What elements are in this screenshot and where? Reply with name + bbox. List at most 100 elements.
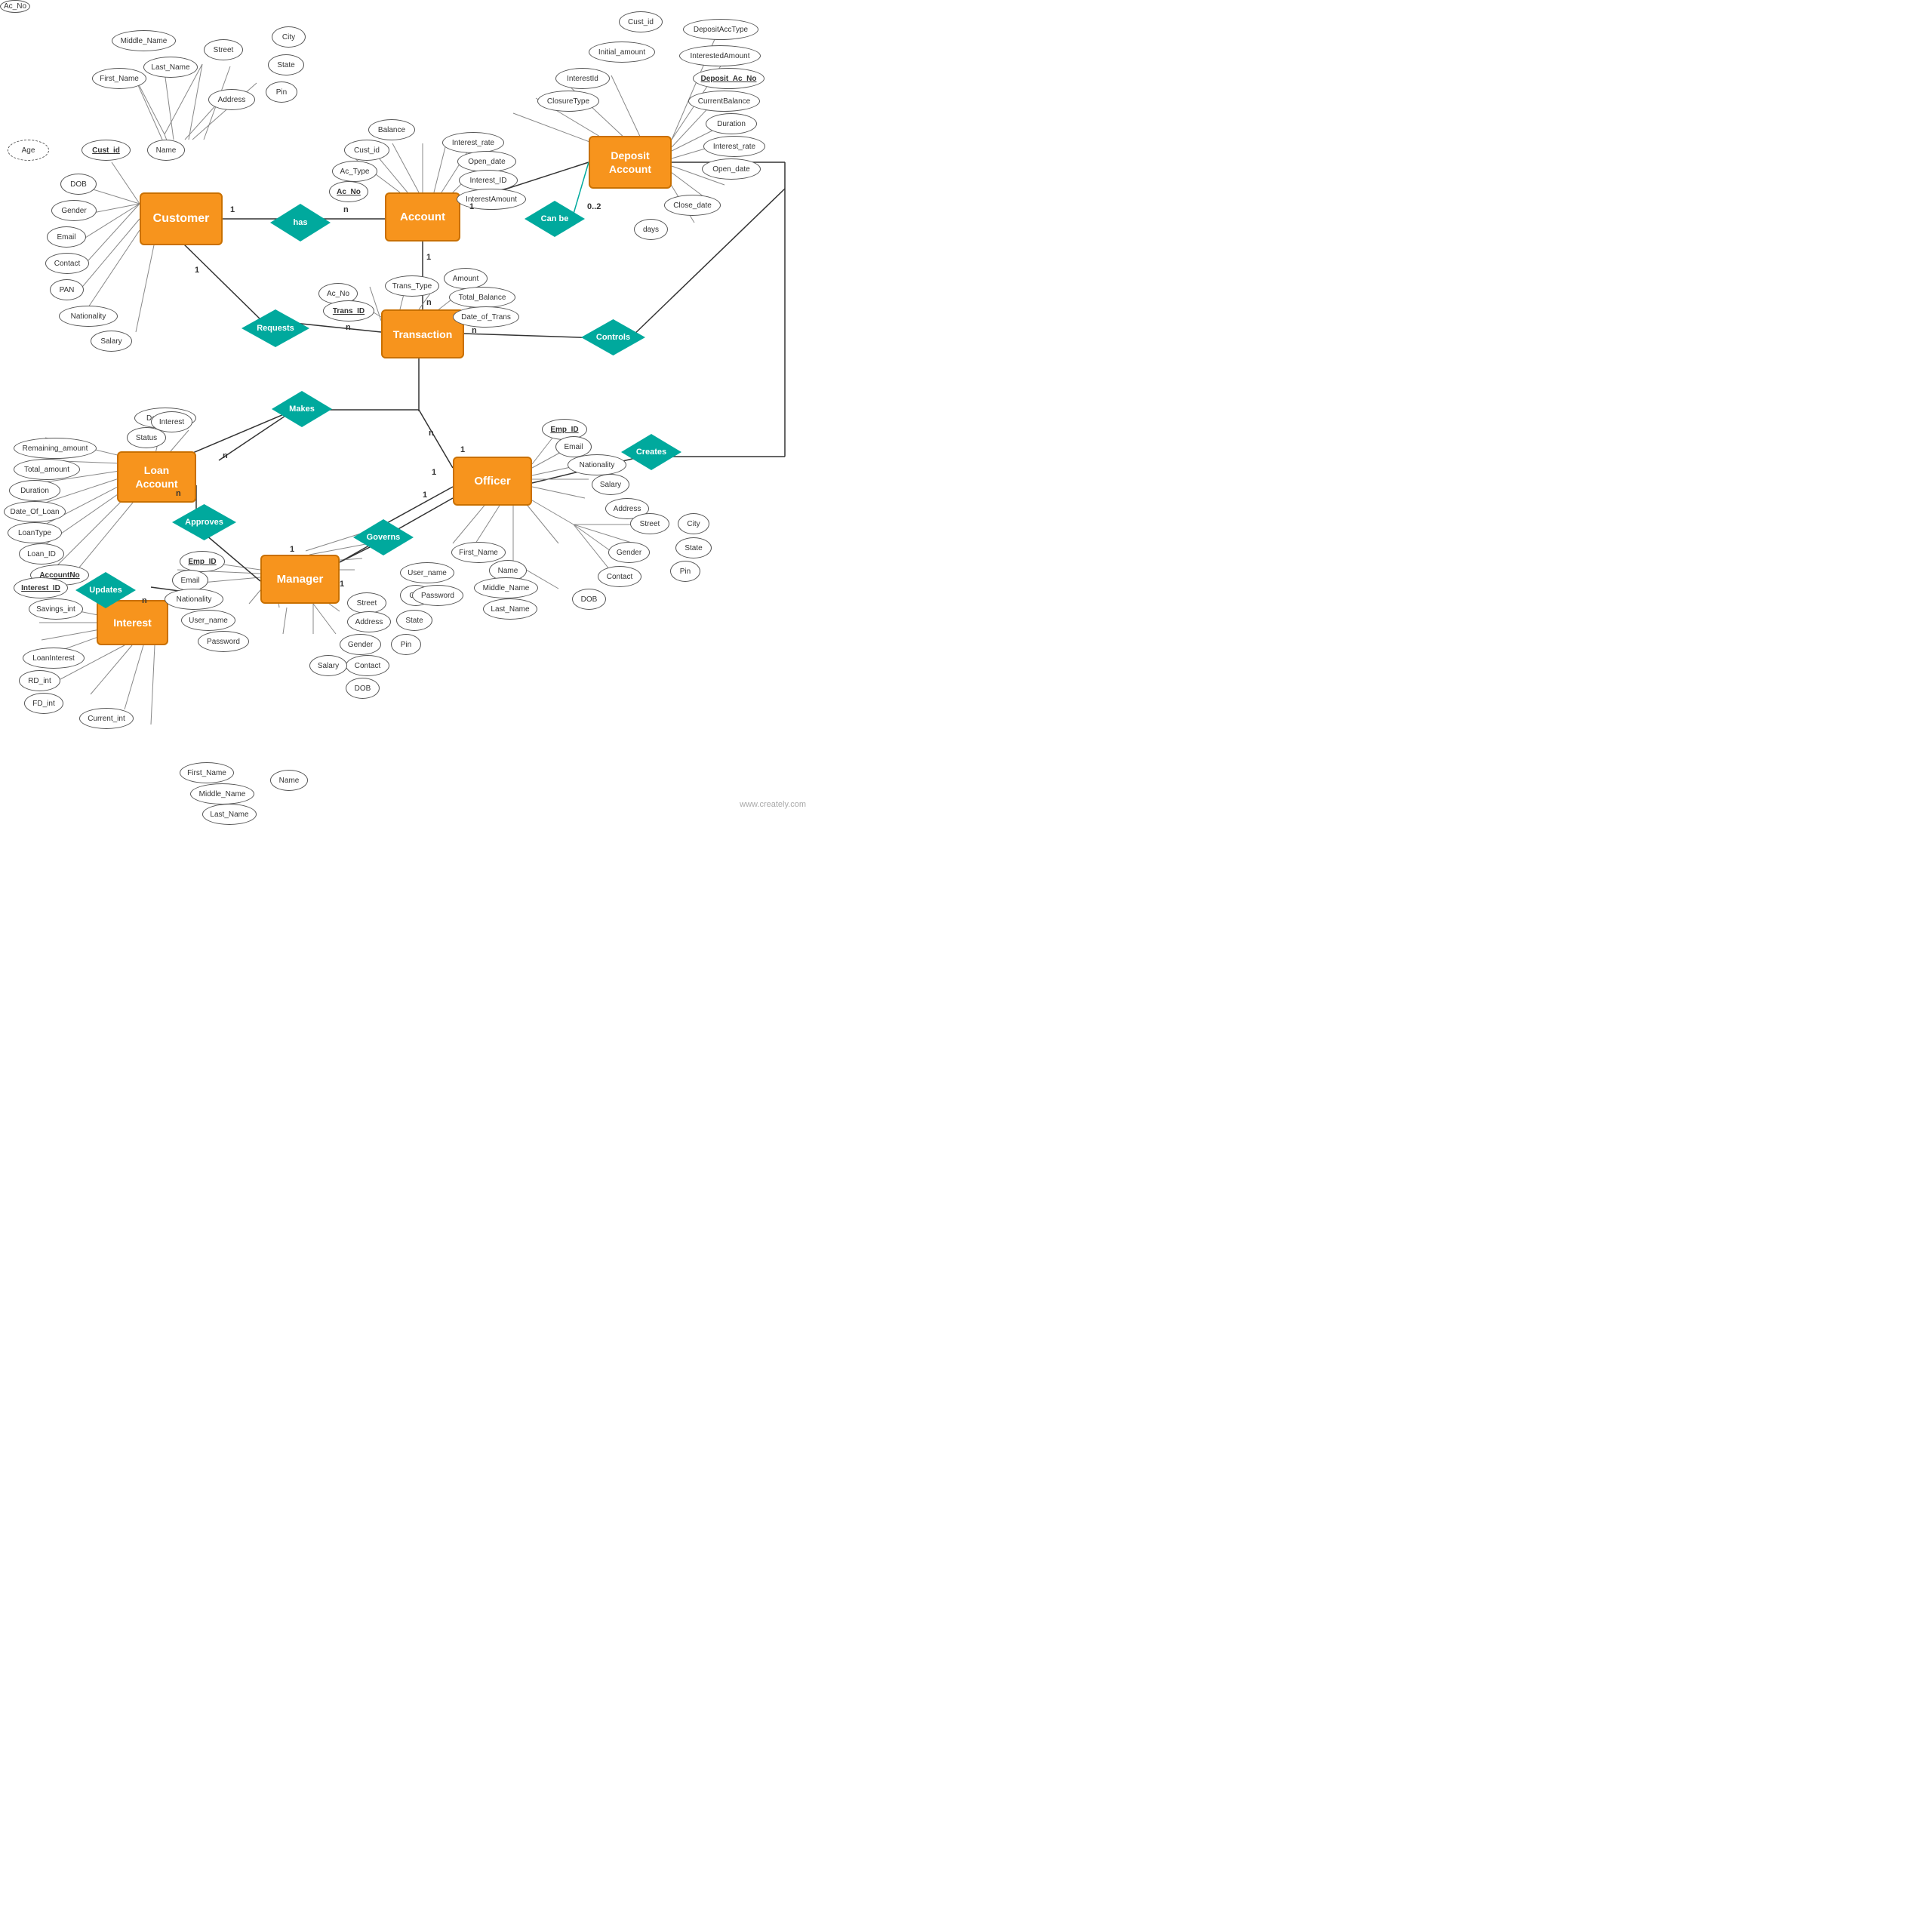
attr-pin-officer: Pin (670, 561, 700, 582)
attr-open-date-deposit: Open_date (702, 158, 761, 180)
attr-state-customer: State (268, 54, 304, 75)
attr-amount: Amount (444, 268, 488, 289)
attr-email-officer: Email (555, 436, 592, 457)
attr-interest-id-account: Interest_ID (459, 170, 518, 191)
attr-rd-int: RD_int (19, 670, 60, 691)
attr-contact: Contact (45, 253, 89, 274)
attr-name-customer: Name (147, 140, 185, 161)
attr-current-int: Current_int (79, 708, 134, 729)
attr-initial-amount: Initial_amount (589, 42, 655, 63)
attr-street-officer: Street (630, 513, 669, 534)
attr-interest-rate-deposit: Interest_rate (703, 136, 765, 157)
attr-state-manager: State (396, 610, 432, 631)
attr-balance: Balance (368, 119, 415, 140)
entity-officer: Officer (453, 457, 532, 506)
attr-nationality-manager: Nationality (165, 589, 223, 610)
rel-controls: Controls (581, 319, 645, 355)
attr-first-name-manager: First_Name (180, 762, 234, 783)
attr-cust-id-account: Cust_id (344, 140, 389, 161)
attr-trans-type: Trans_Type (385, 275, 439, 297)
attr-salary-customer: Salary (91, 331, 132, 352)
er-diagram: Customer Account Deposit Account Transac… (0, 0, 815, 815)
attr-email-manager: Email (172, 570, 208, 591)
attr-state-officer: State (675, 537, 712, 558)
rel-governs: Governs (353, 519, 414, 555)
attr-emp-id-manager: Emp_ID (180, 551, 225, 572)
attr-contact-manager: Contact (346, 655, 389, 676)
attr-interested-amount: InterestedAmount (679, 45, 761, 66)
attr-interest-amount-account: InterestAmount (457, 189, 526, 210)
attr-fd-int: FD_int (24, 693, 63, 714)
attr-user-name-manager: User_name (181, 610, 235, 631)
attr-savings-int: Savings_int (29, 598, 83, 620)
attr-trans-id: Trans_ID (323, 300, 374, 321)
card-officer-1b: 1 (432, 468, 436, 477)
attr-closure-type: ClosureType (537, 91, 599, 112)
watermark: www.creately.com (740, 800, 806, 809)
card-approves-n: n (176, 489, 181, 498)
rel-can-be: Can be (525, 201, 585, 237)
attr-middle-name-customer: Middle_Name (112, 30, 176, 51)
attr-remaining-amount: Remaining_amount (14, 438, 97, 459)
attr-ac-type: Ac_Type (332, 161, 377, 182)
card-transaction-below: n (426, 298, 432, 307)
card-transaction-controls: n (472, 326, 477, 335)
card-customer-requests: 1 (195, 266, 199, 275)
card-account-transaction: 1 (426, 253, 431, 262)
attr-duration-deposit: Duration (706, 113, 757, 134)
rel-makes: Makes (272, 391, 332, 427)
attr-interest-loan: Interest (151, 411, 192, 432)
attr-gender-manager: Gender (340, 634, 381, 655)
attr-pan: PAN (50, 279, 84, 300)
attr-interest-rate-account: Interest_rate (442, 132, 504, 153)
attr-street-customer: Street (204, 39, 243, 60)
attr-loan-interest: LoanInterest (23, 648, 85, 669)
rel-approves: Approves (172, 504, 236, 540)
attr-dob: DOB (60, 174, 97, 195)
attr-city-officer: City (678, 513, 709, 534)
attr-days: days (634, 219, 668, 240)
attr-age: Age (8, 140, 49, 161)
card-account-deposit: 1 (469, 202, 474, 211)
attr-password-manager: Password (198, 631, 249, 652)
card-updates-n: n (142, 596, 147, 605)
attr-user-name-officer: User_name (400, 562, 454, 583)
attr-first-name-customer: First_Name (92, 68, 146, 89)
attr-name-manager: Name (270, 770, 308, 791)
attr-open-date-account: Open_date (457, 151, 516, 172)
attr-address-manager: Address (347, 611, 391, 632)
card-manager-1: 1 (290, 545, 294, 554)
attr-email-customer: Email (47, 226, 86, 248)
rel-has: has (270, 204, 331, 242)
entity-transaction: Transaction (381, 309, 464, 358)
attr-total-balance: Total_Balance (449, 287, 515, 308)
attr-nationality-officer: Nationality (568, 454, 626, 475)
entity-manager: Manager (260, 555, 340, 604)
attr-pin-customer: Pin (266, 82, 297, 103)
attr-salary-manager: Salary (309, 655, 347, 676)
attr-address-customer: Address (208, 89, 255, 110)
attr-cust-id-deposit: Cust_id (619, 11, 663, 32)
attr-ac-no-deposit: Ac_No (0, 0, 30, 13)
attr-interest-id-deposit: InterestId (555, 68, 610, 89)
attr-first-name-officer: First_Name (451, 542, 506, 563)
attr-city-customer: City (272, 26, 306, 48)
attr-gender-officer: Gender (608, 542, 650, 563)
attr-deposit-acc-type: DepositAccType (683, 19, 758, 40)
attr-current-balance: CurrentBalance (688, 91, 760, 112)
attr-date-of-loan: Date_Of_Loan (4, 501, 66, 522)
attr-nationality-customer: Nationality (59, 306, 118, 327)
attr-last-name-customer: Last_Name (143, 57, 198, 78)
attr-loan-type: LoanType (8, 522, 62, 543)
attr-duration-loan: Duration (9, 480, 60, 501)
card-officer-1a: 1 (460, 445, 465, 454)
attr-last-name-manager: Last_Name (202, 804, 257, 825)
card-customer-has: 1 (230, 205, 235, 214)
attr-salary-officer: Salary (592, 474, 629, 495)
rel-creates: Creates (621, 434, 681, 470)
card-requests-transaction: n (346, 323, 351, 332)
card-makes-officer: n (429, 429, 434, 438)
entity-deposit-account: Deposit Account (589, 136, 672, 189)
attr-dob-officer: DOB (572, 589, 606, 610)
card-makes-loan: n (223, 451, 228, 460)
